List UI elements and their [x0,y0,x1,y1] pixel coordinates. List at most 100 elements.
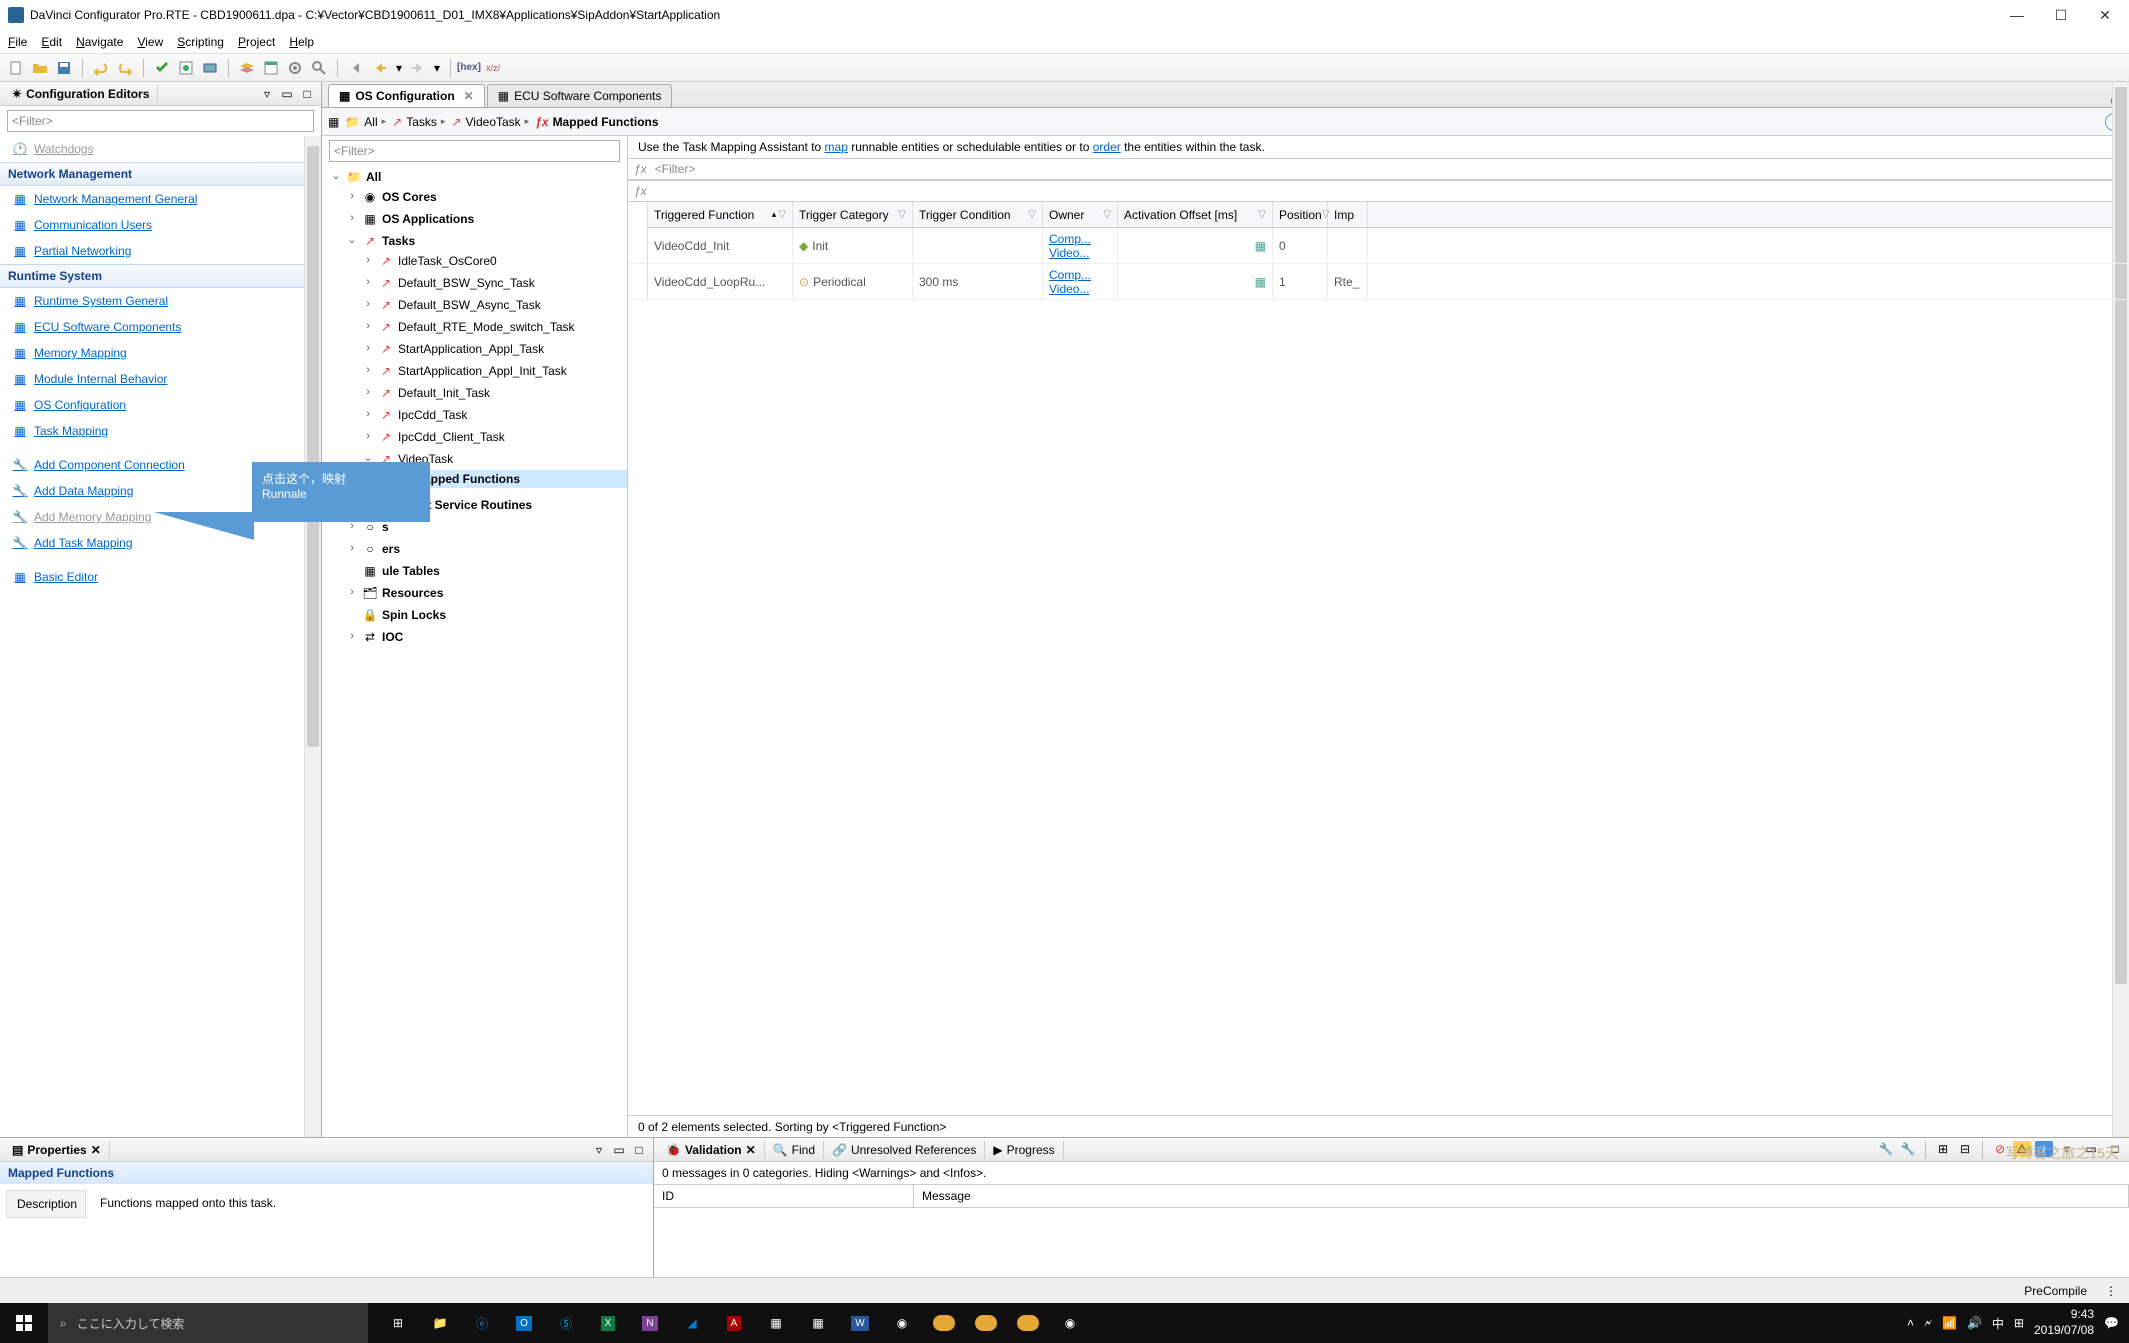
task-mapping-link[interactable]: ▦Task Mapping [0,418,321,444]
rs-general-link[interactable]: ▦Runtime System General [0,288,321,314]
tab-close-icon[interactable]: ✕ [746,1143,756,1157]
properties-tab[interactable]: ▤Properties✕ [4,1141,110,1159]
back-arrow-icon[interactable] [370,58,390,78]
expand-icon[interactable]: › [346,632,358,643]
warning-filter-icon[interactable]: ⚠ [2013,1141,2031,1157]
component-icon[interactable] [200,58,220,78]
watchdogs-link[interactable]: 🕐Watchdogs [0,136,321,162]
expand-icon[interactable]: › [362,344,374,355]
expand-icon[interactable]: ⌄ [330,172,342,183]
view-menu-icon[interactable]: ▿ [591,1142,607,1158]
col-triggered-function[interactable]: Triggered Function▴▽ [648,202,793,227]
tree-filter[interactable] [329,140,620,162]
owner-link[interactable]: Video... [1049,282,1111,296]
col-imp[interactable]: Imp [1328,202,1368,227]
menu-help[interactable]: Help [289,35,314,49]
comm-users-link[interactable]: ▦Communication Users [0,212,321,238]
os-config-link[interactable]: ▦OS Configuration [0,392,321,418]
owner-link[interactable]: Comp... [1049,232,1111,246]
fwd-arrow-icon[interactable] [408,58,428,78]
col-activation-offset[interactable]: Activation Offset [ms]▽ [1118,202,1273,227]
maximize-button[interactable]: ☐ [2049,8,2073,22]
col-trigger-condition[interactable]: Trigger Condition▽ [913,202,1043,227]
info-filter-icon[interactable]: i [2035,1141,2053,1157]
taskbar-search[interactable]: ⌕ここに入力して検索 [48,1303,368,1343]
excel-icon[interactable]: X [588,1303,628,1343]
validate-icon[interactable] [152,58,172,78]
col-position[interactable]: Position▽ [1273,202,1328,227]
expand-icon[interactable]: › [362,410,374,421]
network-mgmt-category[interactable]: Network Management« [0,162,321,186]
view-menu-icon[interactable]: ▿ [259,86,275,102]
expand-icon[interactable]: › [346,214,358,225]
tray-chevron-icon[interactable]: ˄ [1907,1316,1914,1330]
search-tb-icon[interactable] [309,58,329,78]
runtime-system-category[interactable]: Runtime System« [0,264,321,288]
davinci-dev-icon[interactable] [924,1303,964,1343]
outlook-icon[interactable]: O [504,1303,544,1343]
minimize-view-icon[interactable]: ▭ [2083,1141,2099,1157]
menu-scripting[interactable]: Scripting [177,35,224,49]
filter-input[interactable] [7,110,314,132]
view-menu-icon[interactable]: ▿ [2059,1141,2075,1157]
maximize-view-icon[interactable]: □ [299,86,315,102]
auto-fix-icon[interactable]: 🔧 [1877,1141,1895,1157]
minimize-button[interactable]: — [2005,8,2029,22]
xyz-icon[interactable]: x/z/ [483,58,503,78]
unresolved-tab[interactable]: 🔗Unresolved References [824,1141,985,1159]
memory-mapping-link[interactable]: ▦Memory Mapping [0,340,321,366]
save-icon[interactable] [54,58,74,78]
start-button[interactable] [0,1303,48,1343]
ime-toggle[interactable]: 中 [1992,1315,2004,1332]
gear-icon[interactable] [285,58,305,78]
resize-handle[interactable]: ⋮ [2105,1284,2117,1298]
filter-icon[interactable]: ▽ [778,209,786,220]
owner-link[interactable]: Comp... [1049,268,1111,282]
owner-link[interactable]: Video... [1049,246,1111,260]
filter-icon[interactable]: ▽ [1258,209,1266,220]
config-editors-list[interactable]: 🕐Watchdogs Network Management« ▦Network … [0,136,321,1137]
minimize-view-icon[interactable]: ▭ [279,86,295,102]
bc-tasks[interactable]: ↗Tasks▸ [392,115,445,129]
menu-file[interactable]: File [8,35,27,49]
word-icon[interactable]: W [840,1303,880,1343]
ie-icon[interactable]: ⓔ [462,1303,502,1343]
grid-row[interactable]: VideoCdd_LoopRu... ⊙Periodical 300 ms Co… [648,264,2129,300]
onenote-icon[interactable]: N [630,1303,670,1343]
find-tab[interactable]: 🔍Find [765,1141,824,1159]
tab-ecu-sw[interactable]: ▦ ECU Software Components [487,84,673,107]
fwd-dropdown[interactable]: ▾ [432,58,442,78]
expand-icon[interactable]: › [362,366,374,377]
filter-icon[interactable]: ▽ [1028,209,1036,220]
clock[interactable]: 9:43 2019/07/08 [2034,1307,2094,1338]
scrollbar[interactable] [304,136,321,1137]
grid-filter-input[interactable] [655,159,2123,179]
window-icon[interactable] [261,58,281,78]
grid-body[interactable]: VideoCdd_Init ◆Init Comp...Video... ▦ 0 [628,228,2129,1115]
expand-icon[interactable]: › [346,588,358,599]
bc-all[interactable]: 📁All▸ [345,115,386,129]
explorer-icon[interactable]: 📁 [420,1303,460,1343]
maximize-view-icon[interactable]: □ [2107,1141,2123,1157]
skype-icon[interactable]: Ⓢ [546,1303,586,1343]
adobe-icon[interactable]: A [714,1303,754,1343]
filter-icon[interactable]: ▽ [1103,209,1111,220]
minimize-view-icon[interactable]: ▭ [611,1142,627,1158]
chrome-icon[interactable]: ◉ [882,1303,922,1343]
nm-general-link[interactable]: ▦Network Management General [0,186,321,212]
back-dropdown[interactable]: ▾ [394,58,404,78]
dropdown-icon[interactable]: ▸ [525,116,530,127]
expand-icon[interactable]: › [362,322,374,333]
maximize-view-icon[interactable]: □ [631,1142,647,1158]
expand-icon[interactable]: ⌄ [346,236,358,247]
partial-net-link[interactable]: ▦Partial Networking [0,238,321,264]
open-icon[interactable] [30,58,50,78]
grid-row[interactable]: VideoCdd_Init ◆Init Comp...Video... ▦ 0 [648,228,2129,264]
generate-icon[interactable] [176,58,196,78]
power-icon[interactable]: 🗲 [1924,1316,1932,1331]
dropdown-icon[interactable]: ▸ [382,116,387,127]
ime-icon[interactable]: ⊞ [2014,1316,2024,1330]
order-link[interactable]: order [1093,140,1121,154]
notification-icon[interactable]: 💬 [2104,1316,2119,1330]
volume-icon[interactable]: 🔊 [1967,1316,1982,1330]
